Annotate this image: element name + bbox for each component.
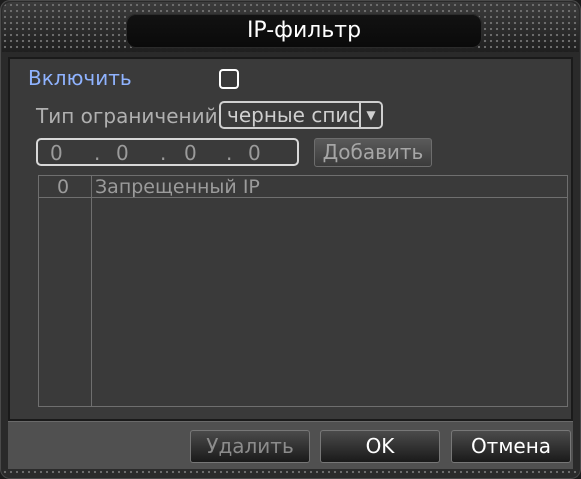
restriction-type-label: Тип ограничений — [36, 104, 218, 128]
ip-segment-2[interactable]: 0 — [116, 141, 129, 165]
chevron-down-icon[interactable]: ▼ — [359, 103, 381, 127]
ip-segment-4[interactable]: 0 — [248, 141, 261, 165]
delete-button[interactable]: Удалить — [190, 430, 310, 463]
ok-button[interactable]: OK — [320, 430, 440, 463]
restriction-type-value: черные списі — [227, 103, 365, 127]
ip-address-input[interactable]: 0 . 0 . 0 . 0 — [36, 138, 299, 166]
ip-segment-1[interactable]: 0 — [50, 141, 63, 165]
enable-checkbox[interactable] — [219, 69, 239, 89]
ip-separator: . — [160, 141, 167, 165]
column-divider — [91, 176, 92, 406]
title-bar: IP-фильтр — [2, 2, 579, 52]
ip-segment-3[interactable]: 0 — [184, 141, 197, 165]
add-button[interactable]: Добавить — [314, 138, 432, 167]
cancel-button[interactable]: Отмена — [451, 430, 571, 463]
enable-label: Включить — [28, 66, 132, 90]
banned-ip-table: 0 Запрещенный IP — [38, 175, 568, 407]
table-header-ip: Запрещенный IP — [95, 176, 260, 198]
table-header: 0 Запрещенный IP — [39, 176, 567, 198]
dialog-title: IP-фильтр — [126, 14, 482, 48]
table-header-count: 0 — [57, 176, 70, 198]
ip-separator: . — [94, 141, 101, 165]
bottom-decoration — [2, 469, 579, 477]
ip-separator: . — [226, 141, 233, 165]
restriction-type-select[interactable]: черные списі ▼ — [219, 101, 383, 129]
